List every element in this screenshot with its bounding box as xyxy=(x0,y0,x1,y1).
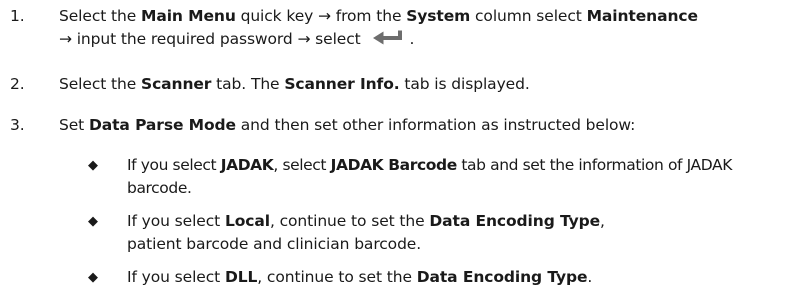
instruction-document: 1. Select the Main Menu quick key → from… xyxy=(0,0,790,299)
bold-term: DLL xyxy=(224,268,258,286)
bold-term: Data Parse Mode xyxy=(88,116,236,134)
step-text: Set Data Parse Mode and then set other i… xyxy=(59,116,636,134)
bold-term: JADAK Barcode xyxy=(330,156,458,174)
bold-term: Data Encoding Type xyxy=(429,212,601,230)
diamond-bullet-icon: ◆ xyxy=(88,214,98,229)
step-number: 2. xyxy=(10,75,25,93)
step-number: 3. xyxy=(10,116,25,134)
diamond-bullet-icon: ◆ xyxy=(88,158,98,173)
bold-term: Data Encoding Type xyxy=(416,268,588,286)
bold-term: Main Menu xyxy=(141,7,236,25)
bold-term: Maintenance xyxy=(586,7,698,25)
diamond-bullet-icon: ◆ xyxy=(88,270,98,285)
step-text: Select the Scanner tab. The Scanner Info… xyxy=(59,75,530,93)
step-text: Select the Main Menu quick key → from th… xyxy=(59,5,784,54)
bullet-text: If you select Local, continue to set the… xyxy=(127,212,605,253)
bold-term: JADAK xyxy=(220,156,274,174)
step-number: 1. xyxy=(10,7,25,25)
bullet-text: If you select DLL, continue to set the D… xyxy=(127,268,593,286)
enter-key-icon xyxy=(371,29,407,54)
bold-term: Local xyxy=(224,212,270,230)
bold-term: Scanner Info. xyxy=(284,75,400,93)
bold-term: System xyxy=(406,7,471,25)
bullet-text: If you select JADAK, select JADAK Barcod… xyxy=(127,156,732,197)
bold-term: Scanner xyxy=(141,75,212,93)
